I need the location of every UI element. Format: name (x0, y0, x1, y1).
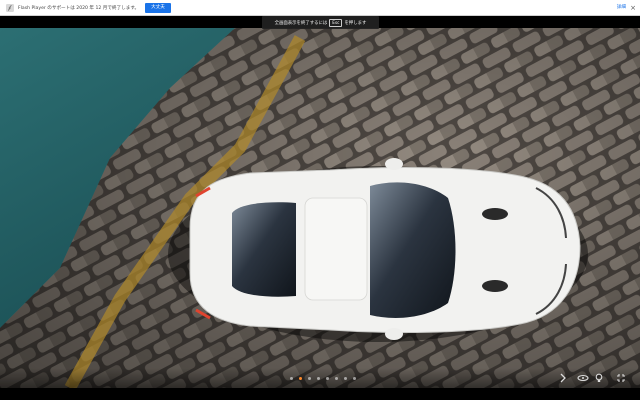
pagination-dot[interactable] (335, 377, 338, 380)
pagination-dot[interactable] (326, 377, 329, 380)
letterbox-bottom (0, 388, 640, 400)
close-icon[interactable]: × (630, 0, 636, 16)
pagination-dot[interactable] (344, 377, 347, 380)
pagination-dot-active[interactable] (299, 377, 302, 380)
arrow-icon[interactable] (556, 371, 570, 385)
ok-button[interactable]: 大丈夫 (145, 2, 171, 13)
pagination-dot[interactable] (290, 377, 293, 380)
flash-notification-bar: Flash Player のサポートは 2020 年 12 月で終了します。 大… (0, 0, 640, 16)
pagination-dot[interactable] (353, 377, 356, 380)
fullscreen-exit-toast: 全画面表示を終了するには Esc を押します (262, 16, 379, 29)
toast-prefix: 全画面表示を終了するには (274, 20, 328, 26)
pagination-dot[interactable] (317, 377, 320, 380)
image-viewer[interactable] (0, 28, 640, 388)
rotate-360-icon[interactable] (576, 371, 590, 385)
lightbulb-icon[interactable] (592, 371, 606, 385)
car-top-view-image (0, 28, 640, 388)
details-link[interactable]: 詳細 (617, 0, 626, 16)
esc-key-label: Esc (329, 18, 343, 27)
fullscreen-exit-icon[interactable] (614, 371, 628, 385)
pagination-dots (290, 377, 356, 380)
pagination-dot[interactable] (308, 377, 311, 380)
toast-suffix: を押します (344, 20, 367, 26)
flash-message: Flash Player のサポートは 2020 年 12 月で終了します。 (18, 5, 140, 11)
flash-player-icon (6, 3, 14, 12)
